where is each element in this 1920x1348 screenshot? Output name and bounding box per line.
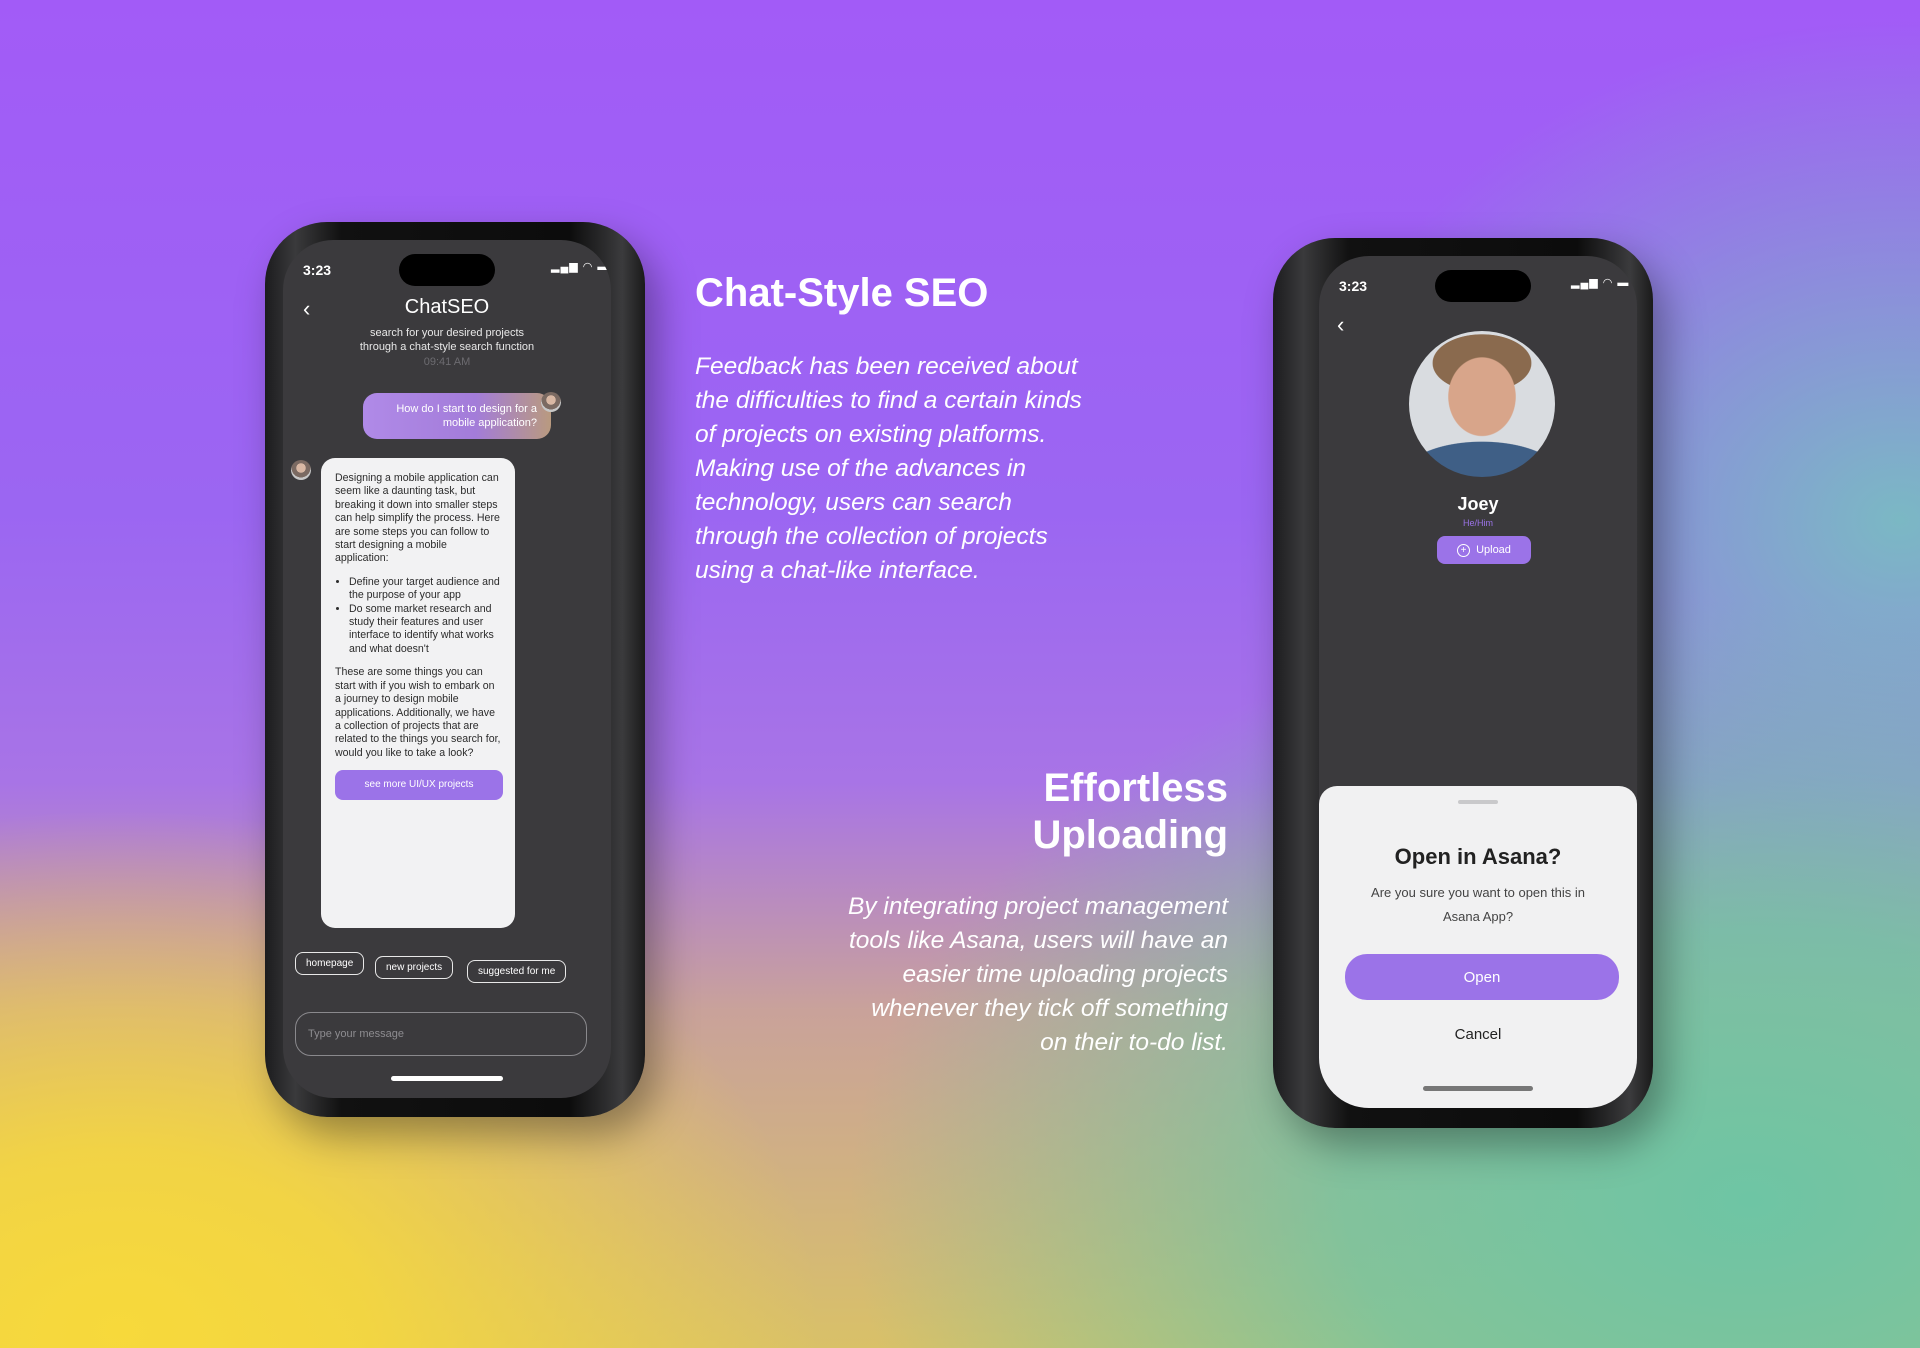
sheet-text-line1: Are you sure you want to open this in [1371, 885, 1585, 900]
user-avatar [541, 392, 561, 412]
status-time: 3:23 [1339, 278, 1368, 294]
chat-title: ChatSEO [404, 296, 490, 318]
profile-phone: 3:23 ▂▄▆ ◠ ▬ ‹ Joey He/Him + Upload Open… [1273, 238, 1653, 1128]
dynamic-island [399, 254, 495, 286]
profile-photo [1409, 331, 1555, 477]
profile-name: Joey [1457, 494, 1499, 514]
section1-body: Feedback has been received about the dif… [695, 353, 1082, 584]
chat-subtitle-line2: through a chat-style search function [359, 341, 535, 353]
home-indicator [391, 1076, 503, 1081]
user-message-line2: mobile application? [442, 417, 537, 429]
section1-heading: Chat-Style SEO [695, 271, 989, 315]
chip-homepage[interactable]: homepage [295, 952, 365, 975]
upload-label: Upload [1476, 544, 1511, 556]
bot-step: Do some market research and study their … [349, 603, 503, 657]
section2-body: By integrating project management tools … [848, 893, 1228, 1056]
bot-avatar [291, 460, 311, 480]
user-message-line1: How do I start to design for a [396, 403, 537, 415]
section2-heading-line2: Uploading [1032, 813, 1228, 857]
bot-step: Define your target audience and the purp… [349, 576, 503, 603]
chat-screen: 3:23 ▂▄▆ ◠ ▬ ‹ ChatSEO search for your d… [283, 240, 611, 1098]
bot-intro: Designing a mobile application can seem … [335, 472, 500, 565]
profile-screen: 3:23 ▂▄▆ ◠ ▬ ‹ Joey He/Him + Upload Open… [1319, 256, 1637, 1108]
section2-heading-line1: Effortless [1043, 766, 1229, 810]
cancel-button[interactable]: Cancel [1319, 1026, 1637, 1043]
chat-subtitle-line1: search for your desired projects [369, 327, 525, 339]
back-chevron-icon[interactable]: ‹ [1337, 312, 1344, 338]
dynamic-island [1435, 270, 1531, 302]
sheet-drag-handle[interactable] [1458, 800, 1498, 804]
home-indicator [1423, 1086, 1533, 1091]
sheet-text-line2: Asana App? [1442, 909, 1514, 924]
status-time: 3:23 [303, 262, 332, 278]
bot-steps-list: Define your target audience and the purp… [335, 576, 503, 656]
profile-pronouns: He/Him [1462, 518, 1493, 528]
chat-timestamp: 09:41 AM [423, 356, 471, 368]
signal-wifi-battery-icon: ▂▄▆ ◠ ▬ [1571, 277, 1630, 289]
chip-new-projects[interactable]: new projects [375, 956, 454, 979]
section2-heading: Effortless Uploading [850, 765, 1228, 859]
bot-message-bubble: Designing a mobile application can seem … [321, 458, 515, 928]
plus-circle-icon: + [1457, 543, 1471, 557]
user-message-bubble: How do I start to design for a mobile ap… [363, 393, 551, 439]
signal-wifi-battery-icon: ▂▄▆ ◠ ▬ [551, 261, 610, 273]
chat-phone: 3:23 ▂▄▆ ◠ ▬ ‹ ChatSEO search for your d… [265, 222, 645, 1117]
bot-outro: These are some things you can start with… [335, 666, 501, 759]
open-in-asana-sheet: Open in Asana? Are you sure you want to … [1319, 786, 1637, 1108]
see-more-projects-button[interactable]: see more UI/UX projects [335, 770, 503, 800]
sheet-title: Open in Asana? [1394, 844, 1562, 869]
open-button[interactable]: Open [1345, 954, 1619, 1000]
message-input[interactable]: Type your message [295, 1012, 587, 1056]
upload-button[interactable]: + Upload [1437, 536, 1531, 564]
chip-suggested-for-me[interactable]: suggested for me [467, 960, 567, 983]
